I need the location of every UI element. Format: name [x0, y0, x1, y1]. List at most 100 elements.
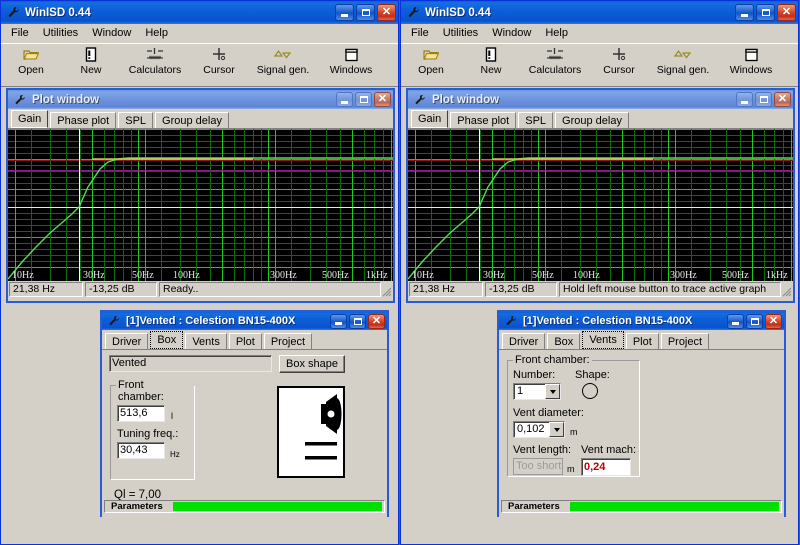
volume-field[interactable]: 513,6 [117, 405, 165, 422]
plot-window-buttons-left: ✕ [336, 92, 391, 107]
vent-number-combo[interactable]: 1 [513, 383, 561, 400]
box-type-field[interactable]: Vented [109, 355, 272, 372]
tab-gain[interactable]: Gain [11, 110, 49, 128]
maximize-button[interactable] [355, 92, 372, 107]
maximize-button[interactable] [356, 4, 375, 21]
tab-driver[interactable]: Driver [105, 333, 149, 349]
toolbar-button-signal-gen[interactable]: Signal gen. [249, 46, 317, 76]
windows-icon [344, 46, 359, 63]
minimize-button[interactable] [335, 4, 354, 21]
wrench-icon [106, 313, 122, 329]
project-dialog-buttons-left: ✕ [330, 313, 385, 329]
menu-item-file[interactable]: File [4, 25, 36, 41]
tab-box[interactable]: Box [150, 331, 184, 349]
tab-spl[interactable]: SPL [118, 112, 154, 128]
menu-item-window[interactable]: Window [85, 25, 138, 41]
project-dialog-box: [1]Vented : Celestion BN15-400X ✕ Driver… [100, 310, 389, 517]
toolbar-button-windows[interactable]: Windows [717, 46, 785, 76]
maximize-button[interactable] [746, 313, 763, 329]
app-menubar-right: File Utilities Window Help [401, 24, 798, 43]
tab-group-delay[interactable]: Group delay [155, 112, 229, 128]
close-button[interactable]: ✕ [774, 92, 791, 107]
xtick-10hz: 10Hz [12, 270, 34, 281]
tab-vents[interactable]: Vents [582, 331, 624, 349]
tab-spl[interactable]: SPL [518, 112, 554, 128]
app-titlebar-left[interactable]: WinISD 0.44 ✕ [1, 1, 398, 24]
box-shape-button[interactable]: Box shape [279, 355, 345, 373]
plot-titlebar-right[interactable]: Plot window ✕ [408, 90, 793, 109]
minimize-button[interactable] [736, 92, 753, 107]
app-title-right: WinISD 0.44 [425, 6, 491, 19]
menu-item-window[interactable]: Window [485, 25, 538, 41]
wrench-icon [405, 5, 421, 21]
app-titlebar-right[interactable]: WinISD 0.44 ✕ [401, 1, 798, 24]
minimize-button[interactable] [336, 92, 353, 107]
tab-plot[interactable]: Plot [625, 333, 659, 349]
toolbar-button-open[interactable]: Open [401, 46, 461, 76]
maximize-button[interactable] [349, 313, 366, 329]
tab-group-delay[interactable]: Group delay [555, 112, 629, 128]
maximize-button[interactable] [756, 4, 775, 21]
close-button[interactable]: ✕ [374, 92, 391, 107]
app-toolbar-left: Open New Calculators Cursor Signal gen. … [1, 43, 398, 87]
plot-window-title-left: Plot window [32, 93, 100, 106]
toolbar-button-open[interactable]: Open [1, 46, 61, 76]
tab-project[interactable]: Project [263, 333, 313, 349]
close-button[interactable]: ✕ [777, 4, 796, 21]
xtick-300hz: 300Hz [670, 270, 697, 281]
toolbar-button-new[interactable]: New [61, 46, 121, 76]
wrench-icon [12, 92, 28, 108]
tab-box[interactable]: Box [547, 333, 581, 349]
close-button[interactable]: ✕ [377, 4, 396, 21]
chevron-down-icon[interactable] [549, 422, 564, 437]
xtick-50hz: 50Hz [132, 270, 154, 281]
gain-plot-canvas-left[interactable]: 10Hz 30Hz 50Hz 100Hz 300Hz 500Hz 1kHz [8, 129, 393, 281]
tab-vents[interactable]: Vents [185, 333, 227, 349]
plot-titlebar-left[interactable]: Plot window ✕ [8, 90, 393, 109]
gain-response-curve [408, 157, 793, 280]
menu-item-utilities[interactable]: Utilities [36, 25, 85, 41]
menu-item-utilities[interactable]: Utilities [436, 25, 485, 41]
chevron-down-icon[interactable] [545, 384, 560, 399]
toolbar-button-cursor[interactable]: Cursor [589, 46, 649, 76]
status-gain: -13,25 dB [485, 282, 557, 297]
x-axis-labels-right: 10Hz 30Hz 50Hz 100Hz 300Hz 500Hz 1kHz [408, 268, 793, 281]
status-frequency: 21,38 Hz [409, 282, 483, 297]
tab-gain[interactable]: Gain [411, 110, 449, 128]
vent-length-field[interactable]: Too short [513, 458, 563, 475]
vent-mach-field[interactable]: 0,24 [581, 458, 631, 476]
gain-plot-canvas-right[interactable]: 10Hz 30Hz 50Hz 100Hz 300Hz 500Hz 1kHz [408, 129, 793, 281]
vented-box-schematic [277, 386, 345, 478]
toolbar-label-new: New [480, 64, 502, 76]
toolbar-button-new[interactable]: New [461, 46, 521, 76]
parameters-progress-bar [173, 502, 382, 511]
project-dialog-titlebar-left[interactable]: [1]Vented : Celestion BN15-400X ✕ [102, 312, 387, 330]
toolbar-button-cursor[interactable]: Cursor [189, 46, 249, 76]
tab-driver[interactable]: Driver [502, 333, 546, 349]
resize-grip-icon[interactable] [381, 282, 392, 297]
toolbar-button-calculators[interactable]: Calculators [121, 46, 189, 76]
toolbar-button-signal-gen[interactable]: Signal gen. [649, 46, 717, 76]
toolbar-button-calculators[interactable]: Calculators [521, 46, 589, 76]
tab-project[interactable]: Project [660, 333, 710, 349]
project-dialog-titlebar-right[interactable]: [1]Vented : Celestion BN15-400X ✕ [499, 312, 784, 330]
toolbar-button-windows[interactable]: Windows [317, 46, 385, 76]
tab-phase-plot[interactable]: Phase plot [450, 112, 517, 128]
menu-item-help[interactable]: Help [538, 25, 575, 41]
minimize-button[interactable] [330, 313, 347, 329]
close-button[interactable]: ✕ [765, 313, 782, 329]
menu-item-file[interactable]: File [404, 25, 436, 41]
close-button[interactable]: ✕ [368, 313, 385, 329]
minimize-button[interactable] [727, 313, 744, 329]
resize-grip-icon[interactable] [781, 282, 792, 297]
tuning-freq-field[interactable]: 30,43 [117, 442, 165, 459]
vent-diameter-combo[interactable]: 0,102 [513, 421, 565, 438]
maximize-button[interactable] [755, 92, 772, 107]
menu-item-help[interactable]: Help [138, 25, 175, 41]
tuning-freq-label: Tuning freq.: [117, 428, 179, 440]
tab-phase-plot[interactable]: Phase plot [50, 112, 117, 128]
minimize-button[interactable] [735, 4, 754, 21]
volume-unit: l [171, 411, 173, 421]
app-title-left: WinISD 0.44 [25, 6, 91, 19]
tab-plot[interactable]: Plot [228, 333, 262, 349]
